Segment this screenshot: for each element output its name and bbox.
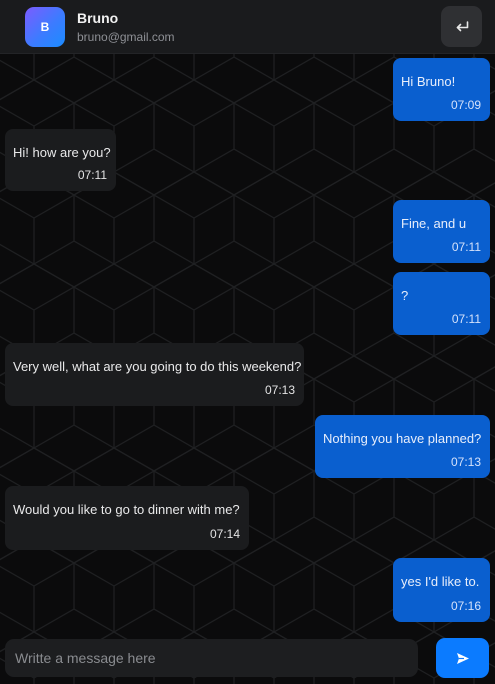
contact-email: bruno@gmail.com <box>77 30 175 44</box>
message-text: Fine, and u <box>401 216 467 231</box>
back-button[interactable] <box>441 6 482 47</box>
message-bubble-outgoing: Hi Bruno! 07:09 <box>393 58 490 121</box>
contact-name: Bruno <box>77 10 119 26</box>
message-time: 07:11 <box>451 312 481 326</box>
message-bubble-outgoing: ? 07:11 <box>393 272 490 335</box>
message-time: 07:13 <box>450 455 481 469</box>
message-text: Hi Bruno! <box>401 74 456 89</box>
message-text: Hi! how are you? <box>13 145 111 160</box>
message-bubble-incoming: Very well, what are you going to do this… <box>5 343 304 406</box>
message-time: 07:16 <box>450 599 481 613</box>
message-time: 07:09 <box>450 98 481 112</box>
send-icon <box>456 652 469 664</box>
message-input[interactable] <box>5 639 418 677</box>
message-time: 07:11 <box>77 168 107 182</box>
message-time: 07:11 <box>451 240 481 254</box>
send-button[interactable] <box>436 638 489 678</box>
message-text: yes I'd like to. <box>401 574 480 589</box>
message-text: Very well, what are you going to do this… <box>13 359 302 374</box>
message-bubble-outgoing: Nothing you have planned? 07:13 <box>315 415 490 478</box>
message-text: Nothing you have planned? <box>323 431 482 446</box>
message-bubble-outgoing: yes I'd like to. 07:16 <box>393 558 490 622</box>
message-bubble-outgoing: Fine, and u 07:11 <box>393 200 490 263</box>
message-composer <box>0 630 495 684</box>
return-arrow-icon <box>456 20 468 31</box>
message-time: 07:13 <box>264 383 295 397</box>
avatar-initial: B <box>40 20 50 34</box>
message-time: 07:14 <box>209 527 240 541</box>
message-bubble-incoming: Would you like to go to dinner with me? … <box>5 486 249 550</box>
chat-header: B Bruno bruno@gmail.com <box>0 0 495 54</box>
message-text: ? <box>401 288 409 303</box>
message-text: Would you like to go to dinner with me? <box>13 502 240 517</box>
avatar: B <box>25 7 65 47</box>
message-bubble-incoming: Hi! how are you? 07:11 <box>5 129 116 191</box>
message-list: Hi Bruno! 07:09 Hi! how are you? 07:11 F… <box>0 54 495 630</box>
